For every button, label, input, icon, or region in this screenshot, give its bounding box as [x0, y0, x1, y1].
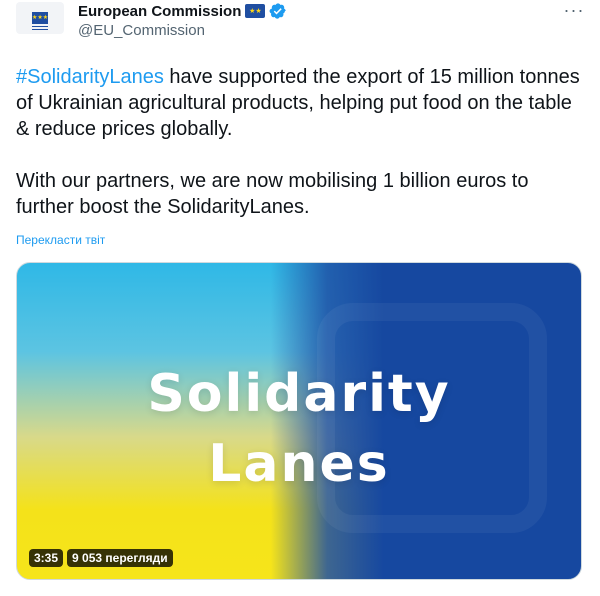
video-title-overlay: Solidarity Lanes — [17, 359, 581, 499]
video-badges: 3:35 9 053 перегляди — [29, 549, 173, 567]
author-name-row: European Commission ★★ — [78, 1, 287, 21]
video-views-badge: 9 053 перегляди — [67, 549, 173, 567]
author-display-name[interactable]: European Commission — [78, 3, 241, 20]
video-player[interactable]: Solidarity Lanes 3:35 9 053 перегляди — [16, 262, 582, 580]
eu-flag-icon: ★★ — [245, 4, 266, 18]
video-title-line-2: Lanes — [208, 434, 390, 494]
verified-badge-icon — [269, 3, 287, 19]
translate-tweet-link[interactable]: Перекласти твіт — [16, 233, 105, 247]
author-handle[interactable]: @EU_Commission — [78, 22, 205, 39]
tweet-paragraph-1: #SolidarityLanes have supported the expo… — [16, 64, 586, 142]
video-duration-badge: 3:35 — [29, 549, 64, 567]
tweet-paragraph-2: With our partners, we are now mobilising… — [16, 170, 529, 218]
more-horizontal-icon: ··· — [563, 0, 585, 20]
video-title-line-1: Solidarity — [147, 364, 451, 424]
tweet: ★★★ European Commission ★★ @EU_Commissio… — [0, 0, 600, 596]
tweet-text: #SolidarityLanes have supported the expo… — [16, 64, 586, 220]
hashtag-link[interactable]: #SolidarityLanes — [16, 66, 164, 88]
avatar[interactable]: ★★★ — [16, 2, 64, 34]
more-options-button[interactable]: ··· — [562, 0, 586, 20]
